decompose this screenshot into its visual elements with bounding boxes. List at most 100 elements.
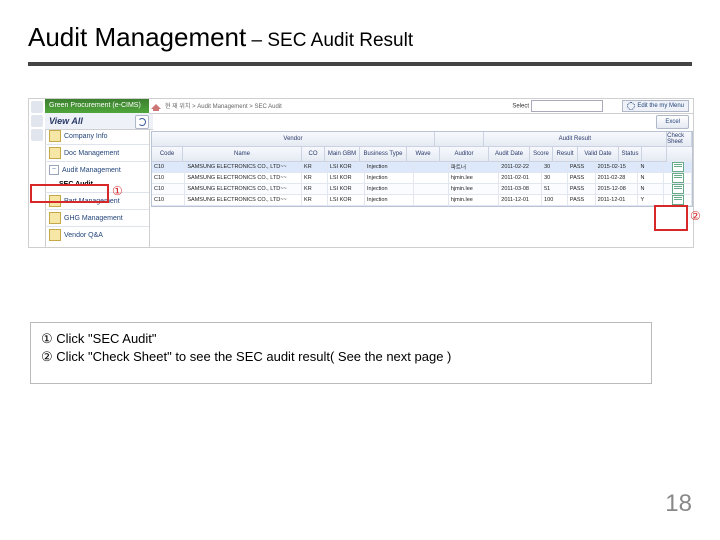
header-group-blank (435, 132, 484, 147)
cell-name: SAMSUNG ELECTRONICS CO., LTD~~ (185, 173, 302, 184)
cell-score: 100 (542, 195, 568, 206)
col-wave: Wave (407, 147, 440, 162)
sidebar-item-vendor-qa[interactable]: Vendor Q&A (45, 228, 149, 242)
select-label: Select (512, 104, 529, 110)
check-sheet-icon[interactable] (672, 173, 684, 183)
callout-2-number: ② (690, 209, 701, 223)
header-group-audit: Audit Result (484, 132, 668, 147)
app-screenshot: Green Procurement (e-CIMS) View All Comp… (28, 98, 694, 248)
title-main: Audit Management (28, 22, 246, 52)
sidebar-item-label: GHG Management (64, 215, 123, 222)
cell-wave (414, 173, 449, 184)
breadcrumb: 현 재 위치 > Audit Management > SEC Audit (165, 101, 282, 110)
content-body: Excel Vendor Audit Result Check Sheet Co… (149, 113, 693, 247)
edit-my-menu-label: Edit the my Menu (637, 103, 684, 109)
home-icon[interactable] (151, 101, 161, 111)
slide-title: Audit Management – SEC Audit Result (28, 22, 413, 53)
check-sheet-icon[interactable] (672, 195, 684, 205)
cell-co: KR (302, 162, 328, 173)
cell-wave (414, 195, 449, 206)
cell-status: N (638, 162, 664, 173)
sidebar-item-label: Doc Management (64, 150, 119, 157)
check-sheet-icon[interactable] (672, 184, 684, 194)
cell-name: SAMSUNG ELECTRONICS CO., LTD~~ (185, 195, 302, 206)
cell-check-sheet (664, 184, 692, 195)
sidebar-item-label: Company Info (64, 133, 108, 140)
cell-main: LSI KOR (328, 195, 365, 206)
col-check-sheet (642, 147, 667, 162)
cell-check-sheet (664, 173, 692, 184)
left-gutter (29, 99, 46, 247)
cell-date: 2011-12-01 (499, 195, 542, 206)
table-header-group-row: Vendor Audit Result Check Sheet (152, 132, 692, 147)
gutter-icon[interactable] (31, 129, 43, 141)
title-rule (28, 62, 692, 66)
cell-auditor: hjmin.lee (449, 173, 499, 184)
table-row[interactable]: C10 SAMSUNG ELECTRONICS CO., LTD~~ KR LS… (152, 162, 692, 173)
instruction-line-2: ② Click "Check Sheet" to see the SEC aud… (41, 349, 641, 365)
col-valid-date: Valid Date (578, 147, 619, 162)
col-status: Status (619, 147, 642, 162)
tree-collapse-icon[interactable]: – (49, 165, 59, 175)
cell-co: KR (302, 195, 328, 206)
instruction-line-1: ① Click "SEC Audit" (41, 331, 641, 347)
results-table: Vendor Audit Result Check Sheet Code Nam… (151, 131, 693, 207)
cell-date: 2011-02-01 (499, 173, 542, 184)
view-all-label: View All (49, 116, 83, 126)
excel-button[interactable]: Excel (656, 115, 689, 129)
table-row[interactable]: C10 SAMSUNG ELECTRONICS CO., LTD~~ KR LS… (152, 195, 692, 206)
instruction-box: ① Click "SEC Audit" ② Click "Check Sheet… (30, 322, 652, 384)
cell-bt: Injection (365, 195, 414, 206)
sidebar-divider (45, 209, 149, 210)
col-code: Code (152, 147, 183, 162)
cell-auditor: hjmin.lee (449, 195, 499, 206)
cell-valid: 2015-12-08 (596, 184, 639, 195)
header-group-check: Check Sheet (667, 132, 692, 147)
table-row[interactable]: C10 SAMSUNG ELECTRONICS CO., LTD~~ KR LS… (152, 173, 692, 184)
cell-bt: Injection (365, 162, 414, 173)
sidebar-item-company-info[interactable]: Company Info (45, 129, 149, 143)
gutter-icon[interactable] (31, 101, 43, 113)
check-sheet-icon[interactable] (672, 162, 684, 172)
select-control: Select (512, 100, 603, 112)
table-row[interactable]: C10 SAMSUNG ELECTRONICS CO., LTD~~ KR LS… (152, 184, 692, 195)
cell-valid: 2015-02-15 (596, 162, 639, 173)
callout-2-box (654, 205, 688, 231)
edit-my-menu-button[interactable]: Edit the my Menu (622, 100, 689, 112)
refresh-icon[interactable] (135, 115, 149, 129)
title-sep: – (246, 30, 267, 51)
cell-score: 51 (542, 184, 568, 195)
page-number: 18 (665, 490, 692, 518)
folder-icon (49, 229, 61, 241)
view-all-header: View All (45, 113, 153, 130)
header-group-vendor: Vendor (152, 132, 435, 147)
cell-valid: 2011-12-01 (596, 195, 639, 206)
sidebar-item-audit-management[interactable]: –Audit Management (45, 163, 149, 177)
title-sub: SEC Audit Result (267, 30, 413, 51)
cell-auditor: 파트너 (449, 162, 499, 173)
sidebar-divider (45, 144, 149, 145)
brand-bar: Green Procurement (e-CIMS) (45, 99, 153, 114)
folder-icon (49, 212, 61, 224)
select-dropdown[interactable] (531, 100, 603, 112)
sidebar-item-doc-management[interactable]: Doc Management (45, 146, 149, 160)
sidebar-item-ghg-management[interactable]: GHG Management (45, 211, 149, 225)
cell-wave (414, 162, 449, 173)
cell-bt: Injection (365, 173, 414, 184)
cell-co: KR (302, 184, 328, 195)
col-result: Result (553, 147, 578, 162)
cell-wave (414, 184, 449, 195)
col-business-type: Business Type (360, 147, 407, 162)
cell-co: KR (302, 173, 328, 184)
col-co: CO (302, 147, 325, 162)
gutter-icon[interactable] (31, 115, 43, 127)
folder-icon (49, 147, 61, 159)
gear-icon (627, 102, 635, 110)
col-main-gbm: Main GBM (325, 147, 360, 162)
col-name: Name (183, 147, 302, 162)
cell-bt: Injection (365, 184, 414, 195)
cell-date: 2011-03-08 (499, 184, 542, 195)
cell-code: C10 (152, 195, 185, 206)
cell-score: 30 (542, 162, 568, 173)
cell-code: C10 (152, 184, 185, 195)
